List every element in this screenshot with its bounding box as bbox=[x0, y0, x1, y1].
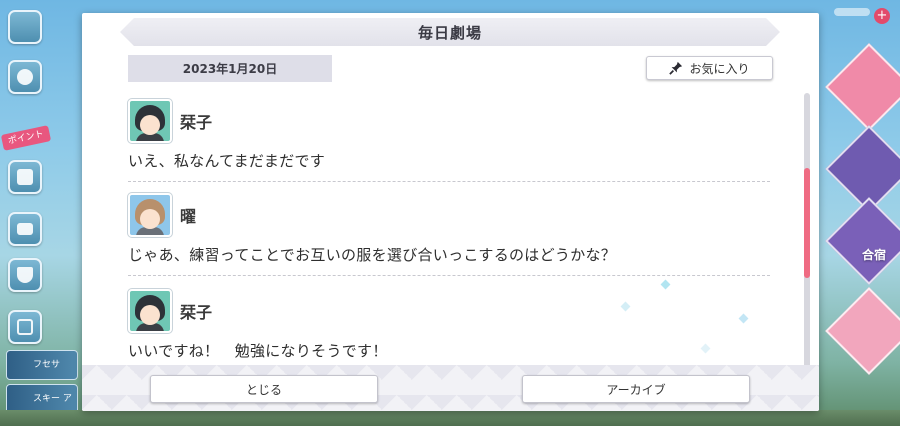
dialogue-scroll-area[interactable]: 栞子 いえ、私なんてまだまだです 曜 じゃあ、練習ってことでお互いの服を選び合い… bbox=[82, 91, 819, 371]
modal-footer: とじる アーカイブ bbox=[82, 365, 819, 411]
trophy-icon[interactable] bbox=[8, 258, 42, 292]
dialogue-entry: 曜 じゃあ、練習ってことでお互いの服を選び合いっこするのはどうかな？ bbox=[128, 193, 770, 276]
dialogue-divider bbox=[128, 275, 770, 276]
currency-counter bbox=[834, 8, 870, 16]
scrollbar[interactable] bbox=[804, 93, 810, 369]
gift-icon[interactable] bbox=[8, 160, 42, 194]
left-card-1[interactable]: フセサ bbox=[6, 350, 78, 380]
left-card-1-label: フセサ bbox=[33, 360, 61, 370]
hamburger-icon[interactable] bbox=[8, 10, 42, 44]
scrollbar-thumb[interactable] bbox=[804, 168, 810, 278]
speaker-name: 曜 bbox=[180, 207, 197, 226]
speech-icon[interactable] bbox=[8, 60, 42, 94]
modal-title: 毎日劇場 bbox=[417, 23, 482, 42]
plus-button[interactable]: + bbox=[874, 8, 890, 24]
fullscreen-icon[interactable] bbox=[8, 310, 42, 344]
daily-theater-modal: 毎日劇場 2023年1月20日 お気に入り 栞子 いえ、私なんてまだまだです 曜… bbox=[82, 13, 819, 411]
dialogue-text: いいですね！ 勉強になりそうです！ bbox=[128, 342, 388, 360]
date-label: 2023年1月20日 bbox=[128, 55, 332, 82]
ground-band bbox=[0, 410, 900, 426]
avatar-shioriko bbox=[128, 289, 172, 333]
game-left-menu: ポイント フセサ スキー アイテ bbox=[0, 0, 82, 426]
shoe-tile[interactable] bbox=[825, 197, 900, 285]
avatar-shioriko bbox=[128, 99, 172, 143]
game-right-menu: + 合宿 bbox=[818, 0, 900, 426]
favorite-button[interactable]: お気に入り bbox=[646, 56, 773, 80]
dialogue-text: じゃあ、練習ってことでお互いの服を選び合いっこするのはどうかな？ bbox=[128, 246, 617, 264]
pin-icon bbox=[669, 61, 683, 75]
modal-title-bar: 毎日劇場 bbox=[120, 18, 780, 46]
heart-tile[interactable] bbox=[825, 43, 900, 131]
archive-button[interactable]: アーカイブ bbox=[522, 375, 750, 403]
stage-tile[interactable] bbox=[825, 287, 900, 375]
dialogue-divider bbox=[128, 181, 770, 182]
close-button[interactable]: とじる bbox=[150, 375, 378, 403]
present-tag-label: ポイント bbox=[7, 129, 45, 147]
favorite-label: お気に入り bbox=[689, 61, 750, 76]
gasshuku-label[interactable]: 合宿 bbox=[862, 246, 886, 263]
avatar-you bbox=[128, 193, 172, 237]
dialogue-entry: 栞子 いえ、私なんてまだまだです bbox=[128, 99, 770, 182]
speaker-name: 栞子 bbox=[180, 303, 213, 322]
dialogue-entry: 栞子 いいですね！ 勉強になりそうです！ bbox=[128, 289, 770, 361]
dialogue-text: いえ、私なんてまだまだです bbox=[128, 152, 326, 170]
speaker-name: 栞子 bbox=[180, 113, 213, 132]
present-tag: ポイント bbox=[0, 125, 52, 151]
card-tile[interactable] bbox=[825, 125, 900, 213]
monitor-icon[interactable] bbox=[8, 212, 42, 246]
